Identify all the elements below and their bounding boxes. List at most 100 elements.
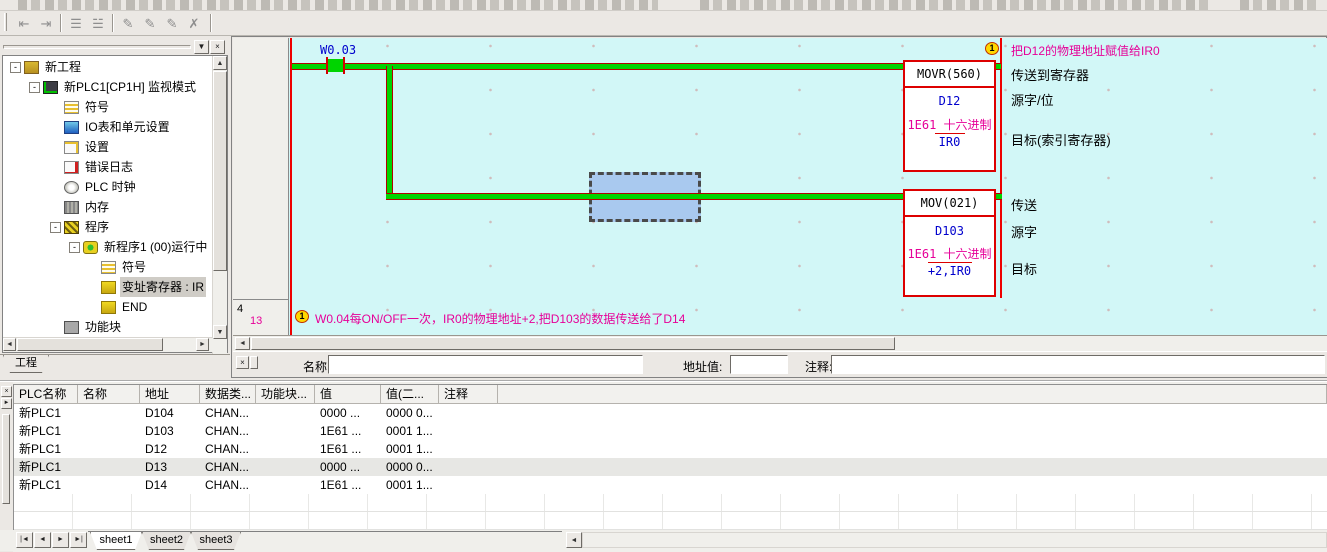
column-header[interactable]: 地址 (140, 385, 200, 404)
cell-comment[interactable] (439, 440, 498, 458)
cell-comment[interactable] (439, 476, 498, 494)
tree-item-end[interactable]: END (4, 297, 212, 317)
tree-item-plc-clock[interactable]: PLC 时钟 (4, 177, 212, 197)
scroll-thumb[interactable] (213, 71, 227, 271)
next-sheet-icon[interactable]: ► (52, 532, 69, 548)
toolbar-icon-strip[interactable] (700, 0, 1210, 10)
cell-address[interactable]: D103 (140, 422, 200, 440)
collapse-icon[interactable]: - (10, 62, 21, 73)
tree-item-error-log[interactable]: 错误日志 (4, 157, 212, 177)
cell-data-type[interactable]: CHAN... (200, 404, 256, 422)
cell-address[interactable]: D104 (140, 404, 200, 422)
pin-dropdown-button[interactable]: ▼ (194, 40, 209, 54)
column-header[interactable]: 功能块... (256, 385, 315, 404)
rung-margin-next[interactable]: 4 13 (233, 300, 289, 335)
symbol-bar-toggle-button[interactable] (250, 356, 258, 369)
force-on-icon[interactable]: ✎ (118, 14, 138, 33)
tree-vertical-scrollbar[interactable]: ▲ ▼ (212, 56, 227, 354)
tab-sheet2[interactable]: sheet2 (142, 532, 191, 550)
cell-plc-name[interactable]: 新PLC1 (14, 440, 78, 458)
instruction-operand[interactable]: D103 (905, 224, 994, 238)
instruction-block-mov[interactable]: MOV(021) D103 1E61 十六进制 +2,IR0 (903, 189, 996, 297)
scroll-left-icon[interactable]: ◄ (566, 532, 582, 548)
tree-item-plc[interactable]: - 新PLC1[CP1H] 监视模式 (4, 77, 212, 97)
tree-item-function-blocks[interactable]: 功能块 (4, 317, 212, 337)
tree-item-project[interactable]: - 新工程 (4, 57, 212, 77)
tab-sheet1[interactable]: sheet1 (90, 532, 142, 550)
cell-data-type[interactable]: CHAN... (200, 476, 256, 494)
scroll-thumb[interactable] (251, 337, 895, 350)
show-rung-comment-icon[interactable]: ☰ (66, 14, 86, 33)
cell-address[interactable]: D14 (140, 476, 200, 494)
column-header[interactable]: 数据类... (200, 385, 256, 404)
cell-value[interactable]: 1E61 ... (315, 422, 381, 440)
cell-plc-name[interactable]: 新PLC1 (14, 404, 78, 422)
cell-value-binary[interactable]: 0001 1... (381, 422, 439, 440)
cell-address[interactable]: D13 (140, 458, 200, 476)
watch-row[interactable]: 新PLC1 D104 CHAN... 0000 ... 0000 0... (14, 404, 1327, 422)
rung-margin[interactable] (233, 38, 289, 300)
cell-fb[interactable] (256, 422, 315, 440)
tree-item-symbols[interactable]: 符号 (4, 97, 212, 117)
tree-item-program-symbols[interactable]: 符号 (4, 257, 212, 277)
column-header[interactable]: PLC名称 (14, 385, 78, 404)
panel-drag-handle[interactable] (3, 45, 191, 49)
cell-plc-name[interactable]: 新PLC1 (14, 458, 78, 476)
next-rung-comment[interactable]: W0.04每ON/OFF一次，IR0的物理地址+2,把D103的数据传送给了D1… (315, 310, 685, 327)
first-sheet-icon[interactable]: |◄ (16, 532, 33, 548)
watch-row[interactable]: 新PLC1 D12 CHAN... 1E61 ... 0001 1... (14, 440, 1327, 458)
tree-horizontal-scrollbar[interactable]: ◄ ► (3, 337, 213, 352)
cell-name[interactable] (78, 476, 140, 494)
last-sheet-icon[interactable]: ►| (70, 532, 87, 548)
watch-row-selected[interactable]: 新PLC1 D13 CHAN... 0000 ... 0000 0... (14, 458, 1327, 476)
cell-plc-name[interactable]: 新PLC1 (14, 422, 78, 440)
tab-project[interactable]: 工程 (3, 355, 49, 373)
column-header[interactable]: 名称 (78, 385, 140, 404)
collapse-icon[interactable]: - (69, 242, 80, 253)
empty-grid-area[interactable] (14, 494, 1327, 531)
tree-item-io-table[interactable]: IO表和单元设置 (4, 117, 212, 137)
instruction-destination[interactable]: IR0 (905, 135, 994, 149)
contact-energized[interactable] (328, 59, 343, 72)
toolbar-icon-strip[interactable] (1240, 0, 1320, 10)
scroll-down-icon[interactable]: ▼ (213, 325, 227, 339)
close-watch-button[interactable]: × (1, 386, 12, 397)
watch-row[interactable]: 新PLC1 D103 CHAN... 1E61 ... 0001 1... (14, 422, 1327, 440)
name-input[interactable] (328, 355, 643, 374)
column-header[interactable]: 值 (315, 385, 381, 404)
cell-fb[interactable] (256, 440, 315, 458)
cell-value[interactable]: 1E61 ... (315, 440, 381, 458)
tree-item-memory[interactable]: 内存 (4, 197, 212, 217)
instruction-block-movr[interactable]: MOVR(560) D12 1E61 十六进制 IR0 (903, 60, 996, 172)
ladder-canvas[interactable]: W0.03 MOVR(560) D12 1E61 十六进制 IR0 MOV(02… (289, 38, 1327, 335)
contact-operand-label[interactable]: W0.03 (320, 43, 356, 57)
collapse-icon[interactable]: - (50, 222, 61, 233)
cell-address[interactable]: D12 (140, 440, 200, 458)
address-value-input[interactable] (730, 355, 788, 374)
scroll-up-icon[interactable]: ▲ (213, 56, 227, 70)
collapse-icon[interactable]: - (29, 82, 40, 93)
force-cancel-icon[interactable]: ✗ (184, 14, 204, 33)
cell-value[interactable]: 0000 ... (315, 404, 381, 422)
close-panel-button[interactable]: × (210, 40, 225, 54)
cell-value-binary[interactable]: 0001 1... (381, 440, 439, 458)
tree-item-index-register[interactable]: 变址寄存器 : IR (4, 277, 212, 297)
tree-item-settings[interactable]: 设置 (4, 137, 212, 157)
watch-edge-grip[interactable] (2, 414, 10, 504)
rung-comment[interactable]: 把D12的物理地址赋值给IR0 (1011, 42, 1160, 59)
column-header[interactable]: 值(二... (381, 385, 439, 404)
column-header[interactable]: 注释 (439, 385, 498, 404)
scroll-left-icon[interactable]: ◄ (235, 337, 250, 350)
scroll-left-icon[interactable]: ◄ (3, 338, 16, 351)
close-symbol-bar-button[interactable]: × (236, 356, 249, 369)
prev-sheet-icon[interactable]: ◄ (34, 532, 51, 548)
watch-row[interactable]: 新PLC1 D14 CHAN... 1E61 ... 0001 1... (14, 476, 1327, 494)
cell-name[interactable] (78, 404, 140, 422)
cell-value-binary[interactable]: 0000 0... (381, 404, 439, 422)
instruction-destination[interactable]: +2,IR0 (905, 264, 994, 278)
outdent-rung-icon[interactable]: ⇥ (36, 14, 56, 33)
tab-sheet3[interactable]: sheet3 (191, 532, 241, 550)
ladder-horizontal-scrollbar[interactable]: ◄ (233, 335, 1327, 351)
indent-rung-icon[interactable]: ⇤ (14, 14, 34, 33)
force-toggle-icon[interactable]: ✎ (162, 14, 182, 33)
